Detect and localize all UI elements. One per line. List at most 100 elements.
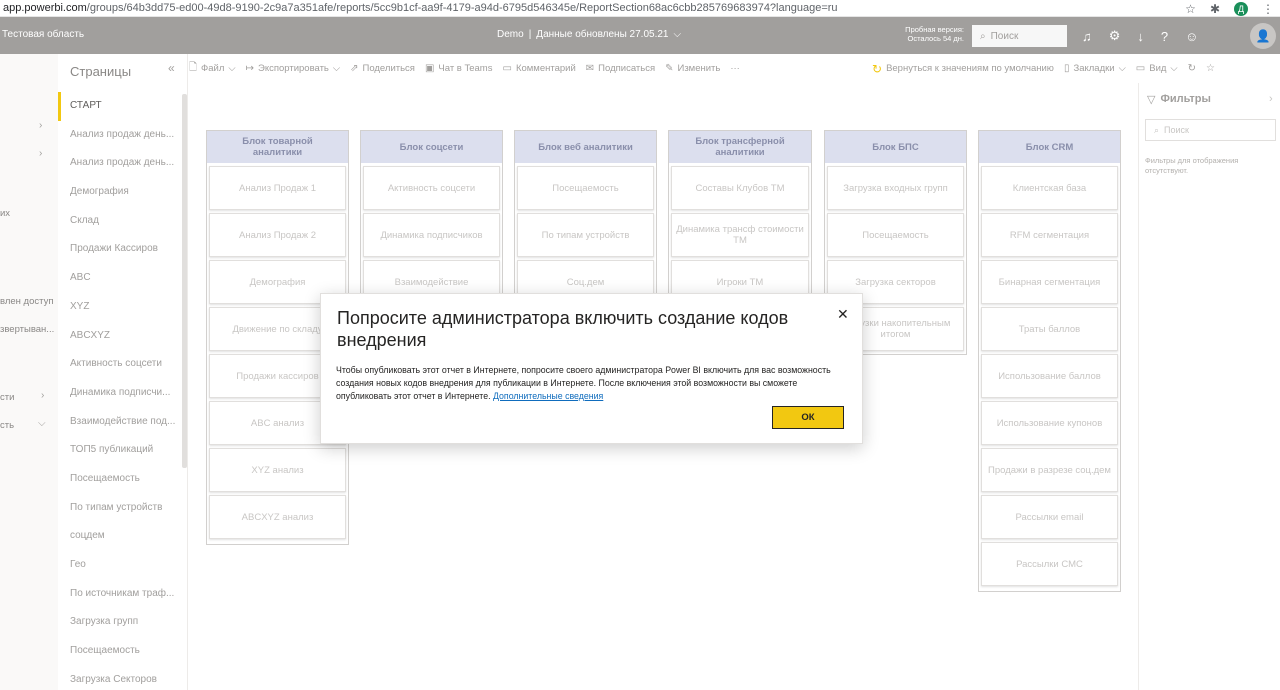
page-tab[interactable]: По источникам траф... [58, 580, 180, 609]
block-header: Блок БПС [825, 131, 966, 163]
chevron-down-icon[interactable]: ⌵ [38, 418, 46, 429]
star-icon: ☆ [1206, 63, 1215, 74]
user-avatar-icon[interactable]: 👤 [1250, 23, 1276, 49]
profile-avatar[interactable]: Д [1234, 1, 1248, 16]
nav-page-button[interactable]: Динамика трансф стоимости ТМ [671, 213, 809, 257]
column-transfer-analytics: Блок трансферной аналитики Составы Клубов… [668, 130, 812, 310]
learn-more-link[interactable]: Дополнительные сведения [493, 391, 603, 401]
reset-default-button[interactable]: ↻ Вернуться к значениям по умолчанию [872, 62, 1054, 76]
nav-page-button[interactable]: Загрузка входных групп [827, 166, 964, 210]
nav-page-button[interactable]: Продажи в разрезе соц.дем [981, 448, 1118, 492]
nav-page-button[interactable]: Посещаемость [827, 213, 964, 257]
page-tab[interactable]: Посещаемость [58, 637, 180, 666]
nav-page-button[interactable]: Анализ Продаж 1 [209, 166, 346, 210]
page-tab[interactable]: ТОП5 публикаций [58, 436, 180, 465]
download-icon[interactable]: ↓ [1137, 29, 1144, 44]
bookmarks-menu[interactable]: ▯ Закладки ⌵ [1064, 63, 1126, 74]
pages-scrollbar[interactable] [182, 94, 187, 468]
url-path: /groups/64b3dd75-ed00-49d8-9190-2c9a7a35… [86, 2, 838, 14]
nav-item[interactable]: их [0, 208, 10, 219]
ok-button[interactable]: ОК [772, 406, 844, 429]
page-tab[interactable]: Взаимодействие под... [58, 408, 180, 437]
nav-item[interactable]: влен доступ [0, 296, 53, 307]
column-social: Блок соцсети Активность соцсети Динамика п… [360, 130, 503, 310]
nav-page-button[interactable]: RFM сегментация [981, 213, 1118, 257]
extensions-icon[interactable]: ✱ [1210, 2, 1220, 16]
page-tab[interactable]: Посещаемость [58, 465, 180, 494]
page-tab[interactable]: Загрузка групп [58, 608, 180, 637]
nav-page-button[interactable]: Траты баллов [981, 307, 1118, 351]
teams-label: Чат в Teams [438, 63, 493, 74]
view-menu[interactable]: ▭ Вид ⌵ [1136, 63, 1178, 74]
page-tab[interactable]: ABC [58, 264, 180, 293]
bookmark-star-icon[interactable]: ☆ [1185, 2, 1196, 16]
page-tab[interactable]: Продажи Кассиров [58, 235, 180, 264]
page-tab[interactable]: Гео [58, 551, 180, 580]
edit-button[interactable]: ✎ Изменить [665, 63, 720, 74]
file-menu[interactable]: 🗋 Файл ⌵ [189, 60, 236, 77]
page-tab[interactable]: Активность соцсети [58, 350, 180, 379]
close-icon[interactable]: ✕ [837, 306, 849, 323]
page-tab[interactable]: Склад [58, 207, 180, 236]
page-tab[interactable]: Анализ продаж день... [58, 149, 180, 178]
nav-page-button[interactable]: По типам устройств [517, 213, 654, 257]
page-tab[interactable]: По типам устройств [58, 494, 180, 523]
page-tab[interactable]: Демография [58, 178, 180, 207]
favorite-button[interactable]: ☆ [1206, 63, 1215, 74]
teams-icon: ▣ [424, 63, 435, 74]
browser-address-bar[interactable]: app.powerbi.com/groups/64b3dd75-ed00-49d… [0, 0, 1280, 17]
help-icon[interactable]: ? [1161, 29, 1168, 44]
page-tab[interactable]: ABCXYZ [58, 322, 180, 351]
comment-button[interactable]: ▭ Комментарий [502, 63, 575, 74]
header-search-input[interactable]: ⌕ Поиск [972, 25, 1067, 47]
nav-page-button[interactable]: Посещаемость [517, 166, 654, 210]
nav-page-button[interactable]: Клиентская база [981, 166, 1118, 210]
title-separator: | [528, 29, 532, 40]
page-tab[interactable]: Загрузка Секторов [58, 666, 180, 690]
export-menu[interactable]: ↦ Экспортировать ⌵ [246, 63, 340, 74]
view-icon: ▭ [1135, 63, 1146, 74]
page-tab[interactable]: соцдем [58, 522, 180, 551]
share-button[interactable]: ⇗ Поделиться [350, 63, 415, 74]
collapse-pages-icon[interactable]: « [168, 61, 175, 75]
page-list: СТАРТ Анализ продаж день... Анализ продаж … [58, 92, 180, 690]
nav-item[interactable]: сти [0, 392, 14, 403]
url-text[interactable]: app.powerbi.com/groups/64b3dd75-ed00-49d… [0, 2, 1150, 14]
filters-empty-note: Фильтры для отображения отсутствуют. [1145, 156, 1239, 175]
nav-page-button[interactable]: Рассылки email [981, 495, 1118, 539]
nav-page-button[interactable]: Бинарная сегментация [981, 260, 1118, 304]
chevron-right-icon[interactable]: › [41, 390, 44, 401]
nav-item[interactable]: звертыван... [0, 324, 54, 335]
chevron-right-icon[interactable]: › [39, 148, 42, 159]
nav-page-button[interactable]: Активность соцсети [363, 166, 500, 210]
nav-page-button[interactable]: Использование баллов [981, 354, 1118, 398]
collapse-filters-icon[interactable]: › [1269, 93, 1273, 105]
nav-page-button[interactable]: Рассылки СМС [981, 542, 1118, 586]
report-toolbar: 🗋 Файл ⌵ ↦ Экспортировать ⌵ ⇗ Поделиться ▣ Чат… [189, 54, 1280, 83]
settings-gear-icon[interactable]: ⚙ [1109, 28, 1121, 44]
nav-page-button[interactable]: XYZ анализ [209, 448, 346, 492]
page-tab[interactable]: Динамика подписчи... [58, 379, 180, 408]
subscribe-button[interactable]: ✉ Подписаться [586, 63, 655, 74]
page-tab-active[interactable]: СТАРТ [58, 92, 180, 121]
notifications-icon[interactable]: ♫ [1082, 29, 1092, 44]
report-title-area[interactable]: Demo | Данные обновлены 27.05.21 ⌵ [497, 29, 681, 40]
nav-page-button[interactable]: Динамика подписчиков [363, 213, 500, 257]
browser-menu-icon[interactable]: ⋮ [1262, 2, 1274, 16]
refresh-button[interactable]: ↻ [1188, 63, 1196, 74]
nav-page-button[interactable]: ABCXYZ анализ [209, 495, 346, 539]
chevron-right-icon[interactable]: › [39, 120, 42, 131]
page-tab[interactable]: Анализ продаж день... [58, 121, 180, 150]
nav-item[interactable]: сть [0, 420, 14, 431]
feedback-smiley-icon[interactable]: ☺ [1185, 29, 1198, 44]
nav-page-button[interactable]: Составы Клубов ТМ [671, 166, 809, 210]
page-tab[interactable]: XYZ [58, 293, 180, 322]
column-crm: Блок CRM Клиентская база RFM сегментация Би… [978, 130, 1121, 592]
filters-search-input[interactable]: ⌕ Поиск [1145, 119, 1276, 141]
nav-page-button[interactable]: Использование купонов [981, 401, 1118, 445]
more-options-button[interactable]: ··· [730, 63, 740, 74]
workspace-name[interactable]: Тестовая область [2, 29, 84, 40]
teams-chat-button[interactable]: ▣ Чат в Teams [425, 63, 493, 74]
bookmarks-label: Закладки [1073, 63, 1115, 74]
nav-page-button[interactable]: Анализ Продаж 2 [209, 213, 346, 257]
